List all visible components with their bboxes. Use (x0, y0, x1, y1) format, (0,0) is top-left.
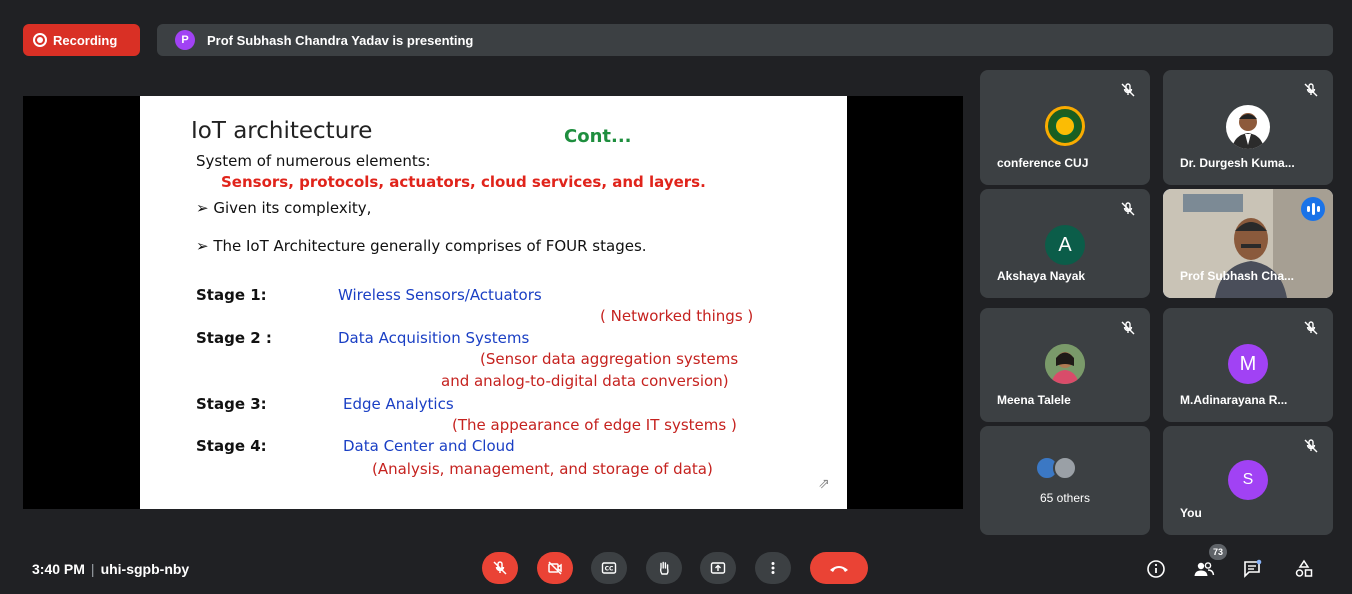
people-button[interactable] (1193, 558, 1215, 580)
leave-call-button[interactable] (810, 552, 868, 584)
stage-4-name: Data Center and Cloud (343, 437, 515, 455)
meeting-code: uhi-sgpb-nby (100, 561, 190, 577)
slide-given: ➢ Given its complexity, (196, 199, 372, 217)
participant-name: Meena Talele (997, 393, 1071, 407)
hand-icon (659, 561, 669, 575)
presenter-avatar: P (175, 30, 195, 50)
stage-1-name: Wireless Sensors/Actuators (338, 286, 542, 304)
meeting-time: 3:40 PM (32, 561, 85, 577)
participant-name: Prof Subhash Cha... (1180, 269, 1295, 283)
camera-toggle-button[interactable] (537, 552, 573, 584)
meeting-info: 3:40 PM | uhi-sgpb-nby (32, 561, 190, 577)
chat-button[interactable] (1241, 558, 1263, 580)
recording-icon (33, 33, 47, 47)
captions-icon: CC (601, 562, 617, 574)
mic-off-icon (1304, 321, 1318, 335)
others-count: 65 others (1039, 491, 1091, 505)
participant-name: Dr. Durgesh Kuma... (1180, 156, 1295, 170)
mic-off-icon (1121, 202, 1135, 216)
slide-elements: Sensors, protocols, actuators, cloud ser… (221, 173, 706, 191)
hang-up-icon (830, 566, 848, 572)
stage-4-detail: (Analysis, management, and storage of da… (372, 460, 713, 478)
participant-tile-akshaya[interactable]: A Akshaya Nayak (980, 189, 1150, 298)
cuj-logo (1045, 106, 1085, 146)
more-vert-icon (771, 562, 775, 574)
stage-2-label: Stage 2 : (196, 329, 272, 347)
cursor-icon: ⇗ (818, 476, 830, 492)
presentation-area: IoT architecture Cont... System of numer… (23, 96, 963, 509)
akshaya-avatar: A (1045, 225, 1085, 265)
recording-badge[interactable]: Recording (23, 24, 140, 56)
slide-title: IoT architecture (191, 118, 373, 144)
presenter-banner: P Prof Subhash Chandra Yadav is presenti… (157, 24, 1333, 56)
participant-tile-adinarayana[interactable]: M M.Adinarayana R... (1163, 308, 1333, 422)
chat-icon (1244, 559, 1262, 578)
stage-3-name: Edge Analytics (343, 395, 454, 413)
participant-name: M.Adinarayana R... (1180, 393, 1288, 407)
participant-tile-you[interactable]: S You (1163, 426, 1333, 535)
activities-button[interactable] (1293, 558, 1315, 580)
others-avatar-2 (1053, 456, 1077, 480)
slide-cont: Cont... (564, 126, 632, 147)
stage-2-detail-2: and analog-to-digital data conversion) (441, 372, 729, 390)
presenter-text: Prof Subhash Chandra Yadav is presenting (207, 32, 474, 48)
stage-2-name: Data Acquisition Systems (338, 329, 530, 347)
mic-off-icon (1121, 321, 1135, 335)
svg-text:CC: CC (605, 566, 614, 573)
mic-toggle-button[interactable] (482, 552, 518, 584)
info-icon (1147, 560, 1165, 578)
stage-4-label: Stage 4: (196, 437, 267, 455)
participant-count-badge: 73 (1209, 544, 1227, 560)
stage-3-label: Stage 3: (196, 395, 267, 413)
mic-off-icon (1304, 83, 1318, 97)
slide: IoT architecture Cont... System of numer… (140, 96, 847, 509)
participant-tile-conference-cuj[interactable]: conference CUJ (980, 70, 1150, 185)
stage-1-label: Stage 1: (196, 286, 267, 304)
participant-tile-others[interactable]: 65 others (980, 426, 1150, 535)
stage-1-detail: ( Networked things ) (600, 307, 754, 325)
people-icon (1194, 562, 1215, 576)
participant-tile-subhash[interactable]: Prof Subhash Cha... (1163, 189, 1333, 298)
participant-tile-meena[interactable]: Meena Talele (980, 308, 1150, 422)
mic-off-icon (1304, 439, 1318, 453)
more-options-button[interactable] (755, 552, 791, 584)
activities-icon (1295, 559, 1313, 577)
present-screen-icon (710, 562, 726, 574)
stage-3-detail: (The appearance of edge IT systems ) (452, 416, 737, 434)
slide-four-stages: ➢ The IoT Architecture generally compris… (196, 237, 647, 255)
participant-tile-durgesh[interactable]: Dr. Durgesh Kuma... (1163, 70, 1333, 185)
camera-off-icon (548, 561, 562, 575)
recording-label: Recording (53, 32, 118, 48)
present-button[interactable] (700, 552, 736, 584)
mic-off-icon (1121, 83, 1135, 97)
participant-name: Akshaya Nayak (997, 269, 1086, 283)
slide-system-line: System of numerous elements: (196, 152, 431, 170)
speaking-indicator-icon (1301, 197, 1325, 221)
participant-name: conference CUJ (997, 156, 1089, 170)
participant-name: You (1180, 506, 1202, 520)
stage-2-detail-1: (Sensor data aggregation systems (480, 350, 739, 368)
captions-button[interactable]: CC (591, 552, 627, 584)
durgesh-avatar (1226, 105, 1270, 149)
you-avatar: S (1228, 460, 1268, 500)
raise-hand-button[interactable] (646, 552, 682, 584)
adinarayana-avatar: M (1228, 344, 1268, 384)
mic-off-icon (493, 561, 507, 575)
meeting-details-button[interactable] (1145, 558, 1167, 580)
meena-avatar (1045, 344, 1085, 384)
